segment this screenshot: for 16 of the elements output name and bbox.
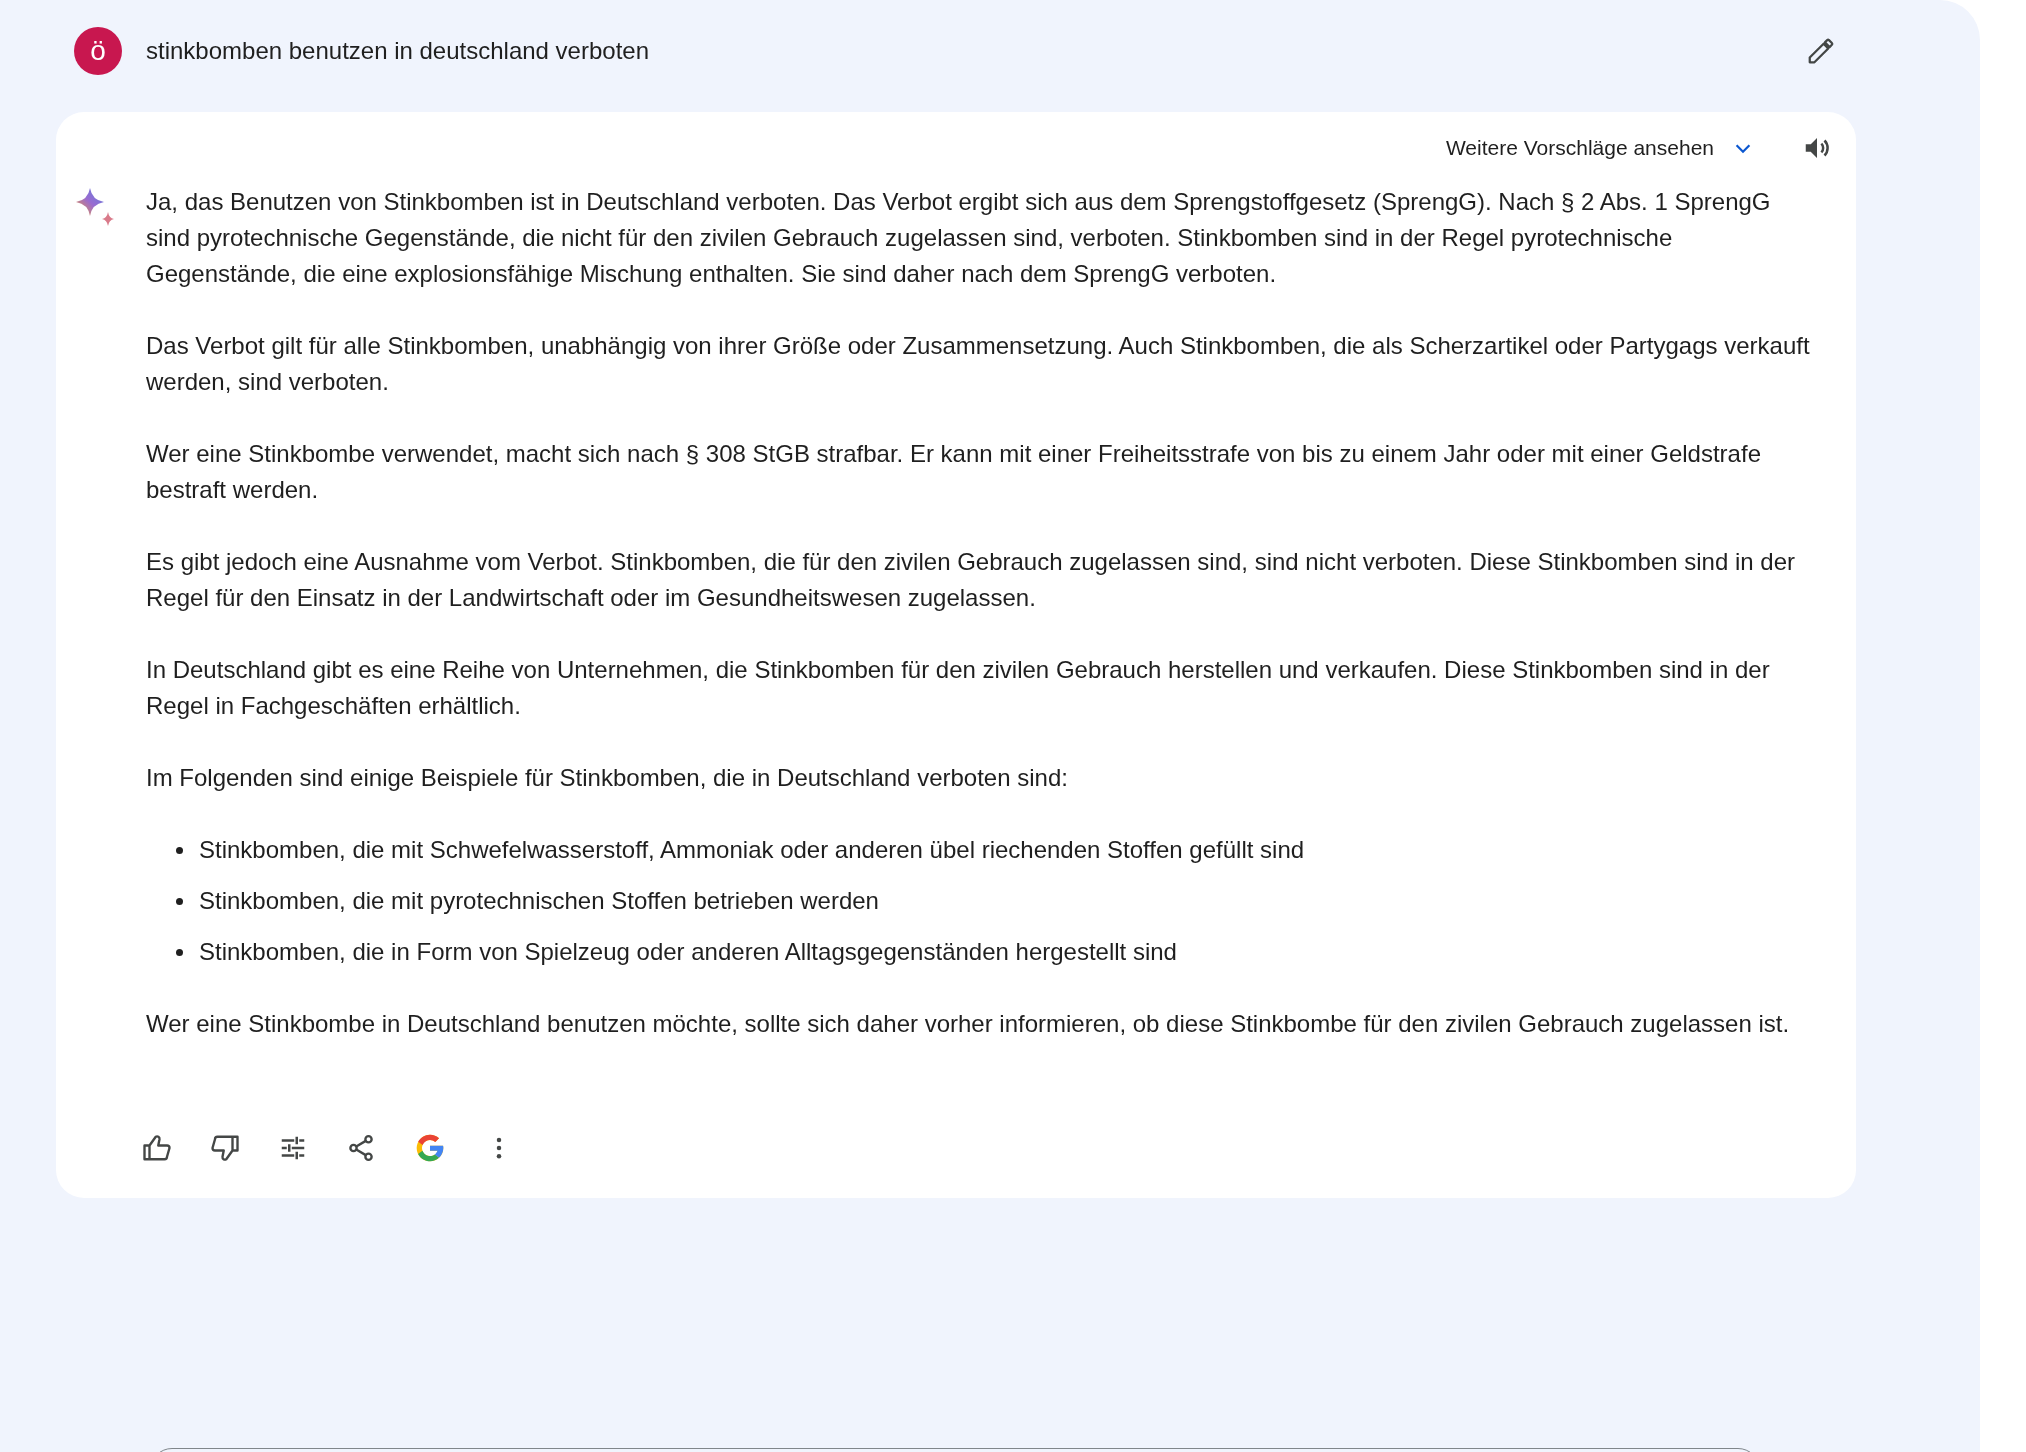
bullet-icon (176, 897, 183, 905)
user-avatar: ö (74, 27, 122, 75)
more-drafts-button[interactable]: Weitere Vorschläge ansehen (1445, 136, 1754, 160)
answer-paragraph: Im Folgenden sind einige Beispiele für Stinkbomben, die in Deutschland verboten sind: (146, 763, 1069, 793)
answer-paragraph: Wer eine Stinkbombe in Deutschland benutzen möchte, sollte sich daher vorher informieren, ob diese Stinkbombe für den zivilen Gebrauch zugelassen ist. (146, 1009, 1791, 1039)
list-item: Stinkbomben, die mit Schwefelwasserstoff, Ammoniak oder anderen übel riechenden Stoffen gefüllt sind (199, 835, 1305, 865)
answer-paragraph: Das Verbot gilt für alle Stinkbomben, unabhängig von ihrer Größe oder Zusammensetzung. Auch Stinkbomben, die als Scherzartikel oder Partygags verkauft werden, sind verboten. (146, 331, 1811, 397)
list-item: Stinkbomben, die mit pyrotechnischen Stoffen betrieben werden (199, 886, 879, 916)
answer-paragraph: Wer eine Stinkbombe verwendet, macht sich nach § 308 StGB strafbar. Er kann mit einer Freiheitsstrafe von bis zu einem Jahr oder mit einer Geldstrafe bestraft werden. (146, 439, 1762, 505)
bullet-icon (176, 948, 183, 956)
bullet-icon (176, 846, 183, 854)
answer-paragraph: Es gibt jedoch eine Ausnahme vom Verbot. Stinkbomben, die für den zivilen Gebrauch zugelassen sind, sind nicht verboten. Diese Stinkbomben sind in der Regel für den Einsatz in der Landwirtschaft oder im Gesundheitswesen zugelassen. (146, 547, 1796, 613)
answer-paragraph: In Deutschland gibt es eine Reihe von Unternehmen, die Stinkbomben für den zivilen Gebrauch herstellen und verkaufen. Diese Stinkbomben sind in der Regel in Fachgeschäften erhältlich. (146, 655, 1771, 721)
list-item: Stinkbomben, die in Form von Spielzeug oder anderen Alltagsgegenständen hergestellt sind (199, 937, 1177, 967)
answer-paragraph: Ja, das Benutzen von Stinkbomben ist in Deutschland verboten. Das Verbot ergibt sich aus dem Sprengstoffgesetz (SprengG). Nach § 2 Abs. 1 SprengG sind pyrotechnische Gegenstände, die nicht für den zivilen Gebrauch zugelassen sind, verboten. Stinkbomben sind in der Regel pyrotechnische Gegenstände, die eine explosionsfähige Mischung enthalten. Sie sind daher nach dem SprengG verboten. (146, 187, 1772, 289)
user-query: stinkbomben benutzen in deutschland verboten (146, 37, 650, 65)
